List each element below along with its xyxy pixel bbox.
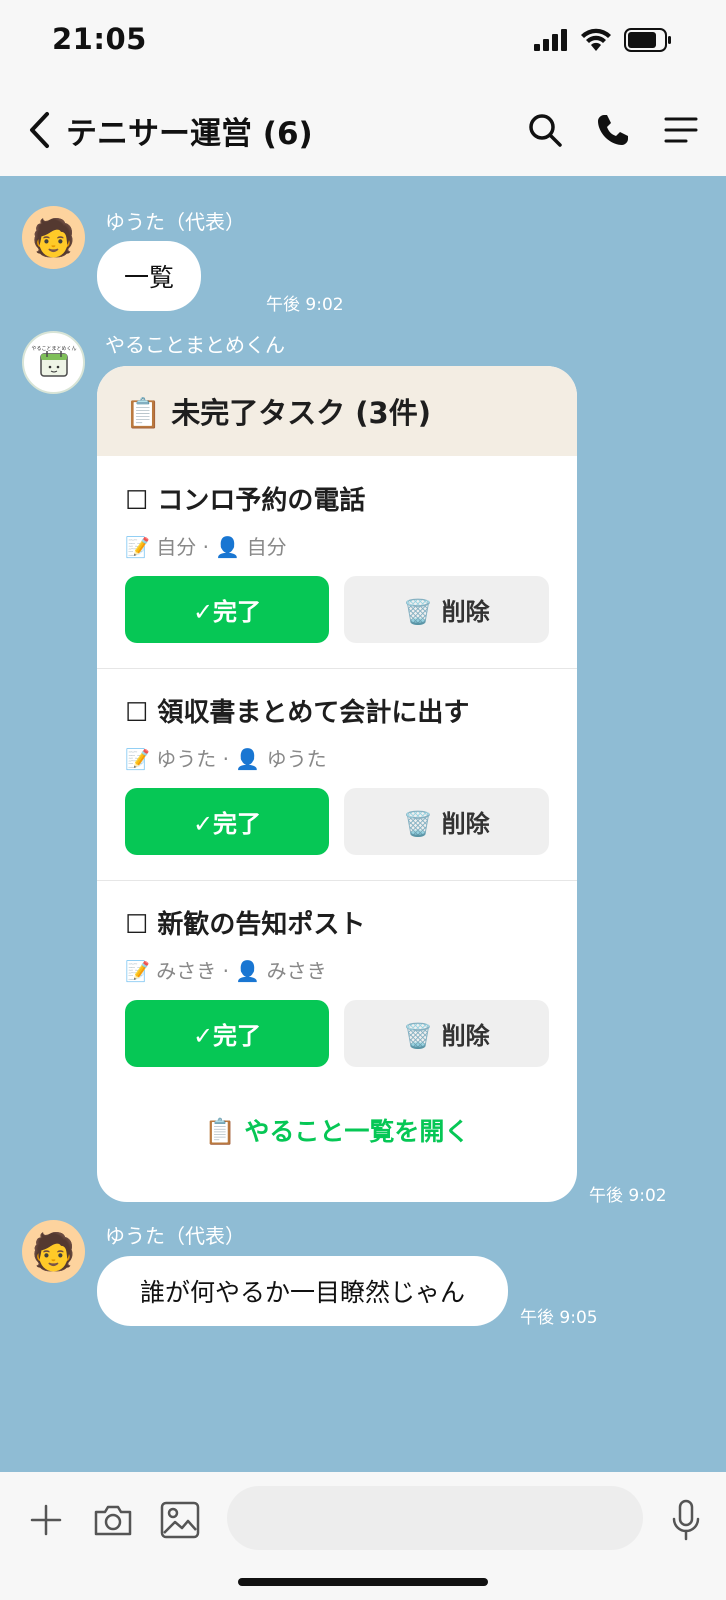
sender-name: ゆうた（代表） [105,1224,245,1248]
search-button[interactable] [524,108,566,152]
message-bubble[interactable]: 一覧 [97,241,201,311]
delete-button[interactable]: 🗑️ 削除 [344,1000,549,1067]
task-item: ☐ 新歓の告知ポスト 📝 みさき · 👤 みさき ✓完了 🗑️ 削除 [97,880,577,1092]
camera-icon [94,1505,132,1536]
delete-button[interactable]: 🗑️ 削除 [344,576,549,643]
message-list[interactable]: 🧑 ゆうた（代表） 一覧 午後 9:02 やることまとめくん やることまとめくん… [0,176,726,1472]
complete-button[interactable]: ✓完了 [125,1000,329,1067]
card-header: 📋 未完了タスク (3件) [97,366,577,456]
plus-button[interactable] [24,1498,68,1542]
wifi-icon [581,28,611,51]
search-icon [529,114,562,147]
microphone-icon [672,1499,700,1541]
status-time: 21:05 [52,22,147,56]
task-title: ☐ 新歓の告知ポスト [125,910,366,940]
input-bar [0,1472,726,1600]
message-time: 午後 9:02 [266,295,344,315]
divider [97,668,577,669]
back-icon [30,112,49,148]
chat-header: テニサー運営 (6) [0,84,726,176]
menu-button[interactable] [660,108,702,152]
card-title: 📋 未完了タスク (3件) [125,396,431,430]
person-avatar-icon: 🧑 [31,217,76,259]
task-card: 📋 未完了タスク (3件) ☐ コンロ予約の電話 📝 自分 · 👤 自分 ✓完了… [97,366,577,1202]
message-bubble[interactable]: 誰が何やるか一目瞭然じゃん [97,1256,508,1326]
status-bar: 21:05 [0,0,726,84]
task-meta: 📝 みさき · 👤 みさき [125,959,327,983]
image-button[interactable] [158,1498,202,1542]
message-input[interactable] [227,1486,643,1550]
person-avatar-icon: 🧑 [31,1231,76,1273]
phone-icon [598,115,628,145]
delete-button[interactable]: 🗑️ 削除 [344,788,549,855]
complete-button[interactable]: ✓完了 [125,788,329,855]
task-item: ☐ 領収書まとめて会計に出す 📝 ゆうた · 👤 ゆうた ✓完了 🗑️ 削除 [97,668,577,880]
battery-icon [624,28,671,52]
image-icon [160,1501,200,1539]
task-item: ☐ コンロ予約の電話 📝 自分 · 👤 自分 ✓完了 🗑️ 削除 [97,456,577,668]
avatar[interactable]: 🧑 [22,1220,85,1283]
call-button[interactable] [592,108,634,152]
home-indicator[interactable] [238,1578,488,1586]
task-title: ☐ コンロ予約の電話 [125,486,366,516]
camera-button[interactable] [91,1498,135,1542]
chat-title: テニサー運営 (6) [66,116,313,152]
back-button[interactable] [22,106,56,154]
message-time: 午後 9:05 [520,1308,598,1328]
message-time: 午後 9:02 [589,1186,667,1206]
menu-icon [664,117,698,143]
calendar-avatar-icon: やることまとめくん [31,345,76,377]
task-title: ☐ 領収書まとめて会計に出す [125,698,470,728]
signal-icon [534,29,567,51]
avatar[interactable]: 🧑 [22,206,85,269]
task-meta: 📝 ゆうた · 👤 ゆうた [125,747,327,771]
complete-button[interactable]: ✓完了 [125,576,329,643]
sender-name: やることまとめくん [105,333,285,357]
task-meta: 📝 自分 · 👤 自分 [125,535,287,559]
voice-button[interactable] [664,1498,708,1542]
divider [97,880,577,881]
bot-avatar-text: やることまとめくん [31,345,76,352]
open-task-list-link[interactable]: 📋 やること一覧を開く [97,1112,577,1148]
bot-avatar[interactable]: やることまとめくん [22,331,85,394]
plus-icon [30,1504,62,1536]
sender-name: ゆうた（代表） [105,210,245,234]
status-icons [534,28,672,52]
